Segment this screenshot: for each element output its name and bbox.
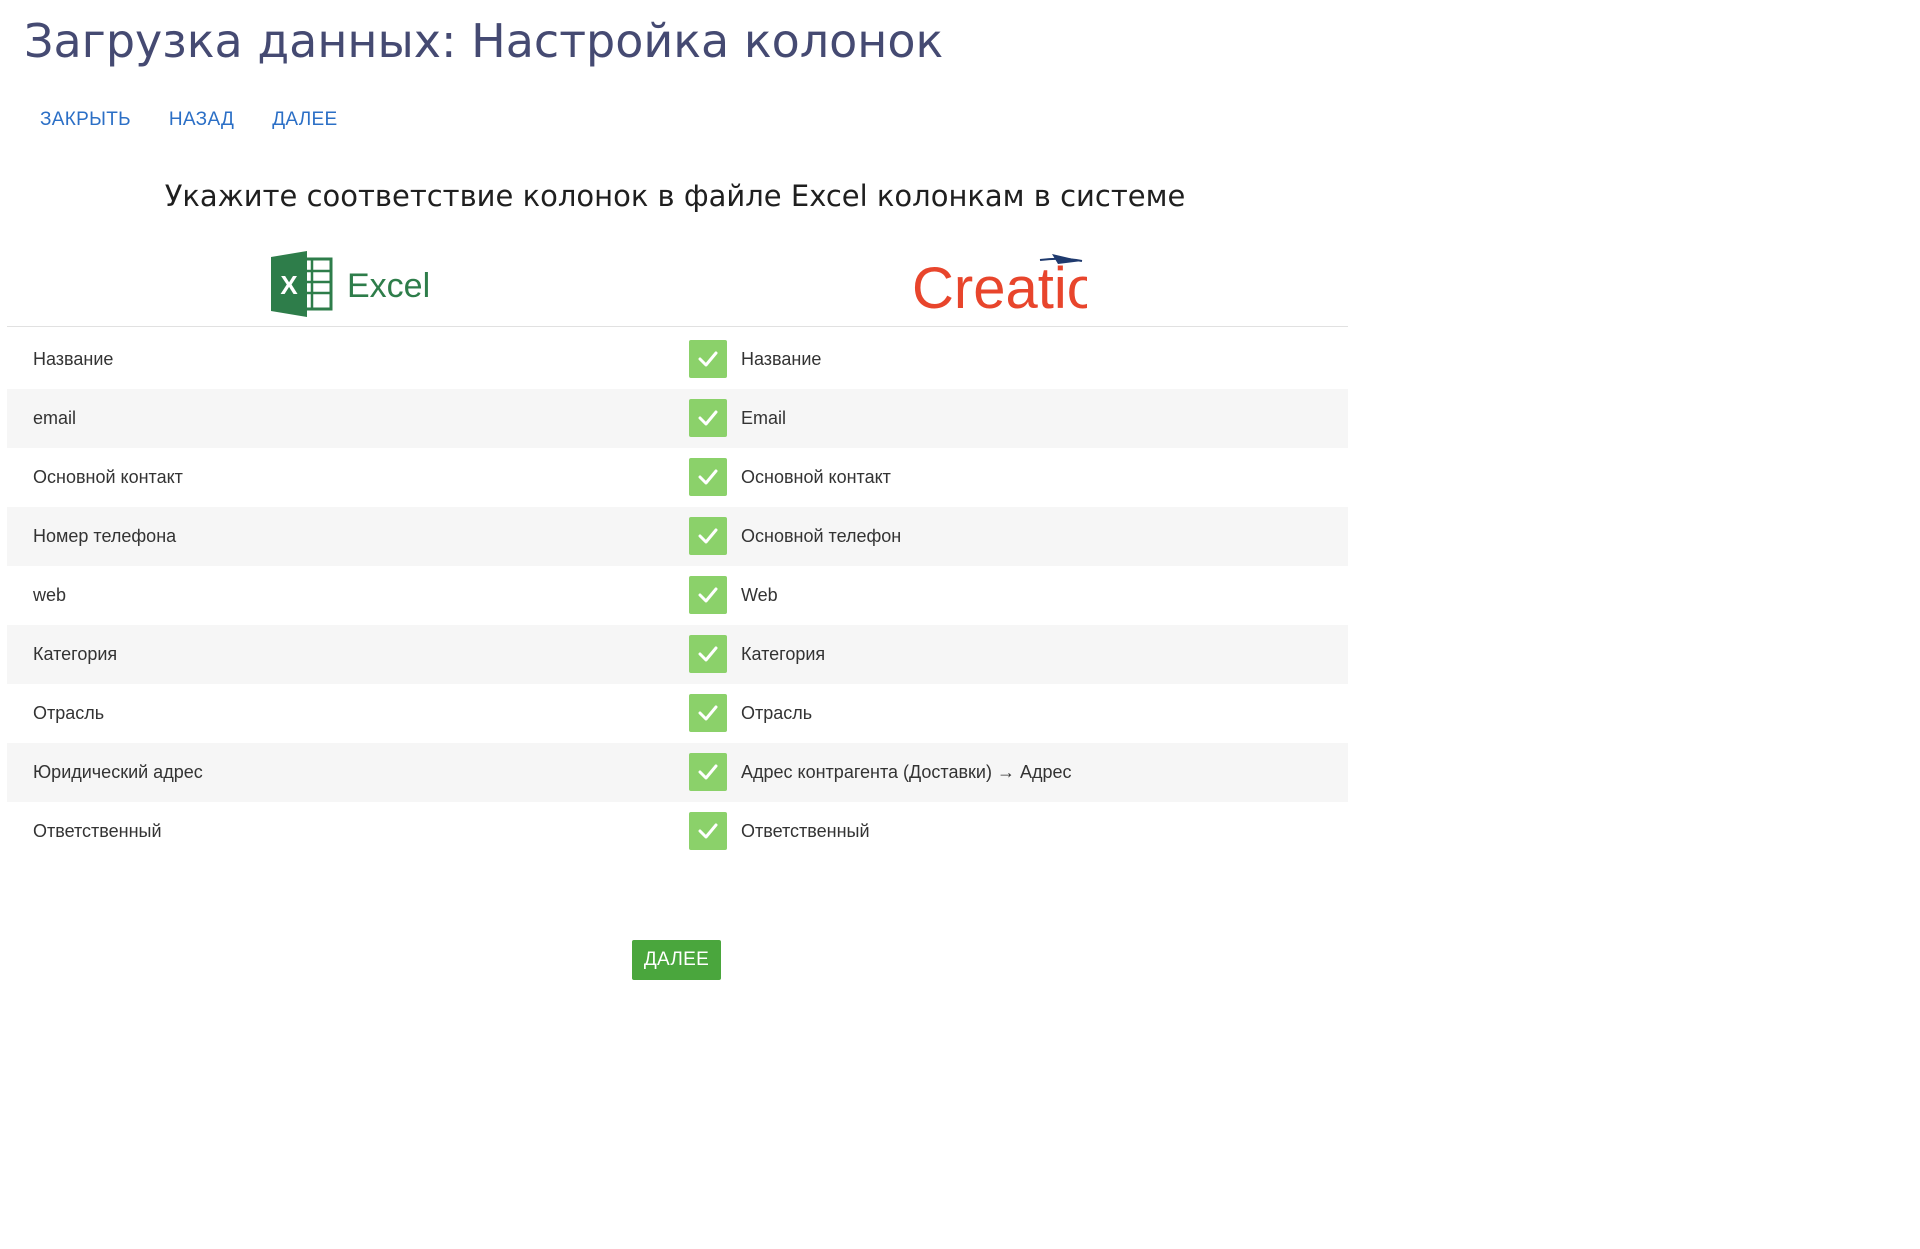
excel-column-name: Отрасль (33, 703, 105, 723)
next-link-button[interactable]: ДАЛЕЕ (272, 106, 337, 134)
creatio-logo: Creatio (912, 248, 1099, 321)
mapping-table: Название Название email Email Основной конта… (7, 330, 1348, 861)
excel-column-name: web (33, 585, 67, 605)
match-checkbox[interactable] (689, 458, 727, 496)
next-button[interactable]: ДАЛЕЕ (632, 940, 721, 980)
match-checkbox[interactable] (689, 635, 727, 673)
checkmark-icon (698, 410, 718, 426)
mapping-row: Юридический адрес Адрес контрагента (Дост… (7, 743, 1348, 802)
page-title: Загрузка данных: Настройка колонок (24, 14, 944, 68)
system-column-name[interactable]: Основной контакт (741, 448, 891, 507)
match-checkbox[interactable] (689, 576, 727, 614)
checkmark-icon (698, 764, 718, 780)
match-checkbox[interactable] (689, 812, 727, 850)
excel-column-name: Название (33, 349, 114, 369)
match-checkbox[interactable] (689, 340, 727, 378)
system-column-name[interactable]: Web (741, 566, 778, 625)
mapping-row: Название Название (7, 330, 1348, 389)
excel-column-name: email (33, 408, 77, 428)
excel-column-name: Ответственный (33, 821, 162, 841)
svg-text:X: X (280, 270, 298, 300)
excel-logo: X Excel (269, 251, 430, 322)
system-column-name[interactable]: Основной телефон (741, 507, 901, 566)
mapping-row: web Web (7, 566, 1348, 625)
checkmark-icon (698, 646, 718, 662)
mapping-row: email Email (7, 389, 1348, 448)
column-headers: X Excel Creatio (7, 248, 1348, 327)
system-column-name[interactable]: Отрасль (741, 684, 812, 743)
close-button[interactable]: ЗАКРЫТЬ (40, 106, 131, 134)
back-button[interactable]: НАЗАД (169, 106, 234, 134)
mapping-row: Ответственный Ответственный (7, 802, 1348, 861)
excel-column-name: Основной контакт (33, 467, 183, 487)
checkmark-icon (698, 528, 718, 544)
checkmark-icon (698, 823, 718, 839)
mapping-row: Номер телефона Основной телефон (7, 507, 1348, 566)
excel-column-name: Номер телефона (33, 526, 177, 546)
checkmark-icon (698, 351, 718, 367)
checkmark-icon (698, 705, 718, 721)
creatio-logo-text: Creatio (912, 256, 1087, 314)
excel-column-name: Юридический адрес (33, 762, 203, 782)
match-checkbox[interactable] (689, 694, 727, 732)
checkmark-icon (698, 587, 718, 603)
system-column-name[interactable]: Адрес контрагента (Доставки) → Адрес (741, 743, 1071, 802)
toolbar: ЗАКРЫТЬ НАЗАД ДАЛЕЕ (40, 106, 338, 134)
system-column-name[interactable]: Email (741, 389, 786, 448)
checkmark-icon (698, 469, 718, 485)
system-column-name[interactable]: Категория (741, 625, 825, 684)
excel-logo-text: Excel (347, 267, 431, 305)
excel-icon: X (269, 251, 335, 322)
excel-column-name: Категория (33, 644, 118, 664)
mapping-row: Отрасль Отрасль (7, 684, 1348, 743)
mapping-row: Категория Категория (7, 625, 1348, 684)
match-checkbox[interactable] (689, 753, 727, 791)
system-column-name[interactable]: Название (741, 330, 821, 389)
match-checkbox[interactable] (689, 399, 727, 437)
match-checkbox[interactable] (689, 517, 727, 555)
system-column-name[interactable]: Ответственный (741, 802, 870, 861)
mapping-row: Основной контакт Основной контакт (7, 448, 1348, 507)
instruction-heading: Укажите соответствие колонок в файле Exc… (164, 179, 1186, 213)
